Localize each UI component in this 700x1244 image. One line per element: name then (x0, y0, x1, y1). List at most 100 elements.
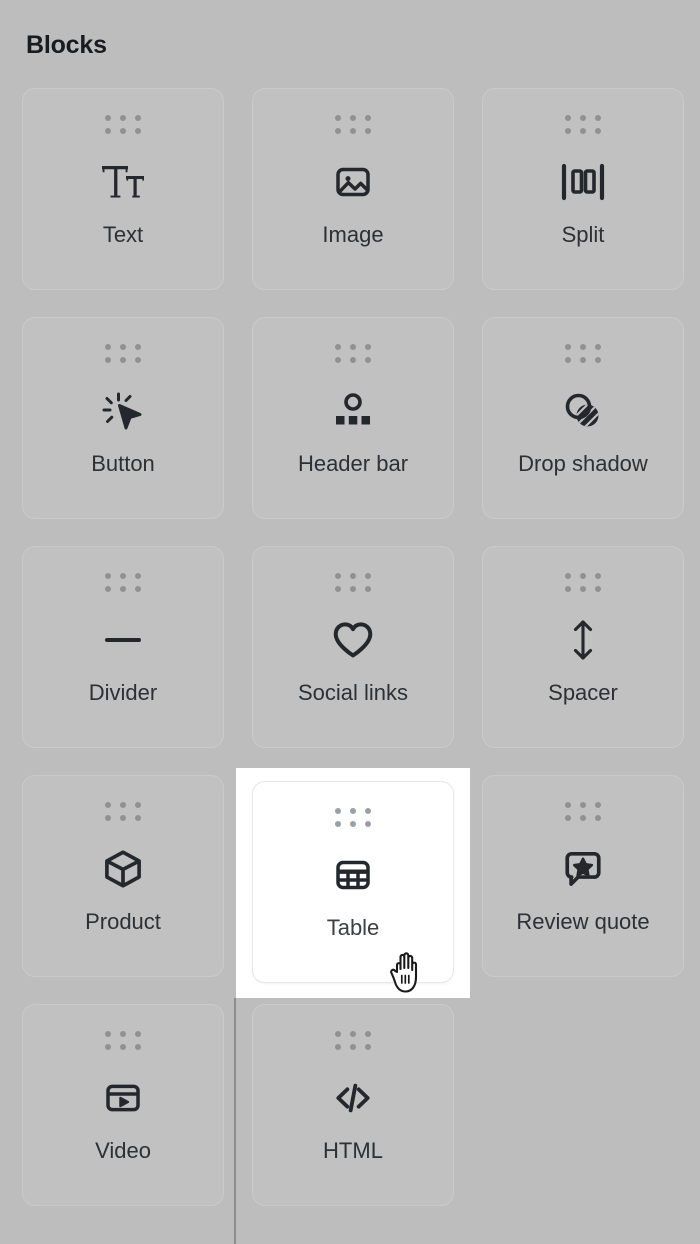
drag-handle-icon[interactable] (565, 802, 601, 821)
drag-handle-dot (365, 357, 371, 363)
drag-handle-dot (580, 115, 586, 121)
drag-handle-dot (105, 802, 111, 808)
drag-handle-dot (105, 115, 111, 121)
block-label: Social links (298, 682, 408, 704)
block-label: Video (95, 1140, 151, 1162)
drop-shadow-icon (551, 385, 615, 437)
drag-handle-dot (365, 821, 371, 827)
block-card-split[interactable]: Split (482, 88, 684, 290)
heart-icon (321, 614, 385, 666)
drag-handle-dot (105, 815, 111, 821)
drag-handle-dot (105, 573, 111, 579)
block-card-drop-shadow[interactable]: Drop shadow (482, 317, 684, 519)
drag-handle-dot (350, 1031, 356, 1037)
drag-handle-dot (135, 815, 141, 821)
drag-handle-icon[interactable] (335, 1031, 371, 1050)
drag-handle-dot (365, 128, 371, 134)
drag-handle-dot (120, 128, 126, 134)
block-card-header-bar[interactable]: Header bar (252, 317, 454, 519)
block-card-table[interactable]: Table (252, 781, 454, 983)
drag-handle-dot (565, 344, 571, 350)
drag-handle-icon[interactable] (335, 573, 371, 592)
code-icon (321, 1072, 385, 1124)
block-card-review-quote[interactable]: Review quote (482, 775, 684, 977)
drag-handle-dot (335, 115, 341, 121)
drag-handle-dot (335, 1031, 341, 1037)
drag-handle-dot (350, 344, 356, 350)
block-card-social-links[interactable]: Social links (252, 546, 454, 748)
drag-handle-dot (595, 586, 601, 592)
drag-handle-dot (365, 1044, 371, 1050)
block-card-image[interactable]: Image (252, 88, 454, 290)
drag-handle-dot (365, 808, 371, 814)
drag-handle-dot (135, 802, 141, 808)
drag-handle-icon[interactable] (105, 573, 141, 592)
drag-handle-dot (105, 344, 111, 350)
drag-handle-icon[interactable] (105, 802, 141, 821)
block-card-html[interactable]: HTML (252, 1004, 454, 1206)
drag-handle-dot (365, 573, 371, 579)
block-label: HTML (323, 1140, 383, 1162)
drag-handle-dot (565, 115, 571, 121)
block-card-video[interactable]: Video (22, 1004, 224, 1206)
drag-handle-dot (350, 1044, 356, 1050)
block-label: Review quote (516, 911, 649, 933)
drag-handle-dot (565, 815, 571, 821)
drag-handle-dot (120, 1031, 126, 1037)
drag-handle-dot (120, 115, 126, 121)
drag-handle-dot (135, 573, 141, 579)
drag-handle-dot (335, 821, 341, 827)
page-title: Blocks (26, 30, 678, 60)
drag-handle-dot (595, 115, 601, 121)
drag-handle-icon[interactable] (105, 344, 141, 363)
drag-handle-icon[interactable] (565, 573, 601, 592)
drag-handle-icon[interactable] (565, 344, 601, 363)
drag-handle-icon[interactable] (335, 115, 371, 134)
drag-handle-icon[interactable] (105, 115, 141, 134)
drag-handle-dot (580, 586, 586, 592)
block-label: Product (85, 911, 161, 933)
drag-handle-dot (365, 115, 371, 121)
drag-handle-dot (595, 802, 601, 808)
block-label: Header bar (298, 453, 408, 475)
divider-icon (91, 614, 155, 666)
drag-handle-dot (135, 1044, 141, 1050)
cursor-click-icon (91, 385, 155, 437)
drag-handle-dot (120, 573, 126, 579)
block-card-button[interactable]: Button (22, 317, 224, 519)
drag-handle-dot (350, 586, 356, 592)
block-label: Spacer (548, 682, 618, 704)
block-card-text[interactable]: Text (22, 88, 224, 290)
blocks-grid: Text Image Split Button Header bar (22, 88, 678, 1206)
drag-handle-dot (105, 586, 111, 592)
drag-handle-dot (120, 357, 126, 363)
drag-handle-dot (595, 357, 601, 363)
block-card-divider[interactable]: Divider (22, 546, 224, 748)
table-icon (321, 849, 385, 901)
arrows-vertical-icon (551, 614, 615, 666)
drag-handle-dot (565, 573, 571, 579)
drag-handle-dot (350, 128, 356, 134)
drag-handle-dot (595, 128, 601, 134)
drag-handle-dot (120, 586, 126, 592)
drag-handle-dot (595, 344, 601, 350)
drag-handle-dot (580, 802, 586, 808)
drag-handle-icon[interactable] (105, 1031, 141, 1050)
drag-handle-icon[interactable] (335, 344, 371, 363)
drag-handle-dot (565, 357, 571, 363)
drag-handle-dot (335, 1044, 341, 1050)
block-card-spacer[interactable]: Spacer (482, 546, 684, 748)
drag-handle-icon[interactable] (335, 808, 371, 827)
drag-handle-dot (565, 128, 571, 134)
drag-handle-dot (135, 357, 141, 363)
block-card-product[interactable]: Product (22, 775, 224, 977)
drag-handle-dot (135, 128, 141, 134)
drag-handle-dot (105, 1044, 111, 1050)
cube-icon (91, 843, 155, 895)
drag-handle-dot (580, 128, 586, 134)
drag-handle-dot (135, 115, 141, 121)
block-label: Image (322, 224, 383, 246)
block-label: Drop shadow (518, 453, 648, 475)
image-icon (321, 156, 385, 208)
drag-handle-icon[interactable] (565, 115, 601, 134)
